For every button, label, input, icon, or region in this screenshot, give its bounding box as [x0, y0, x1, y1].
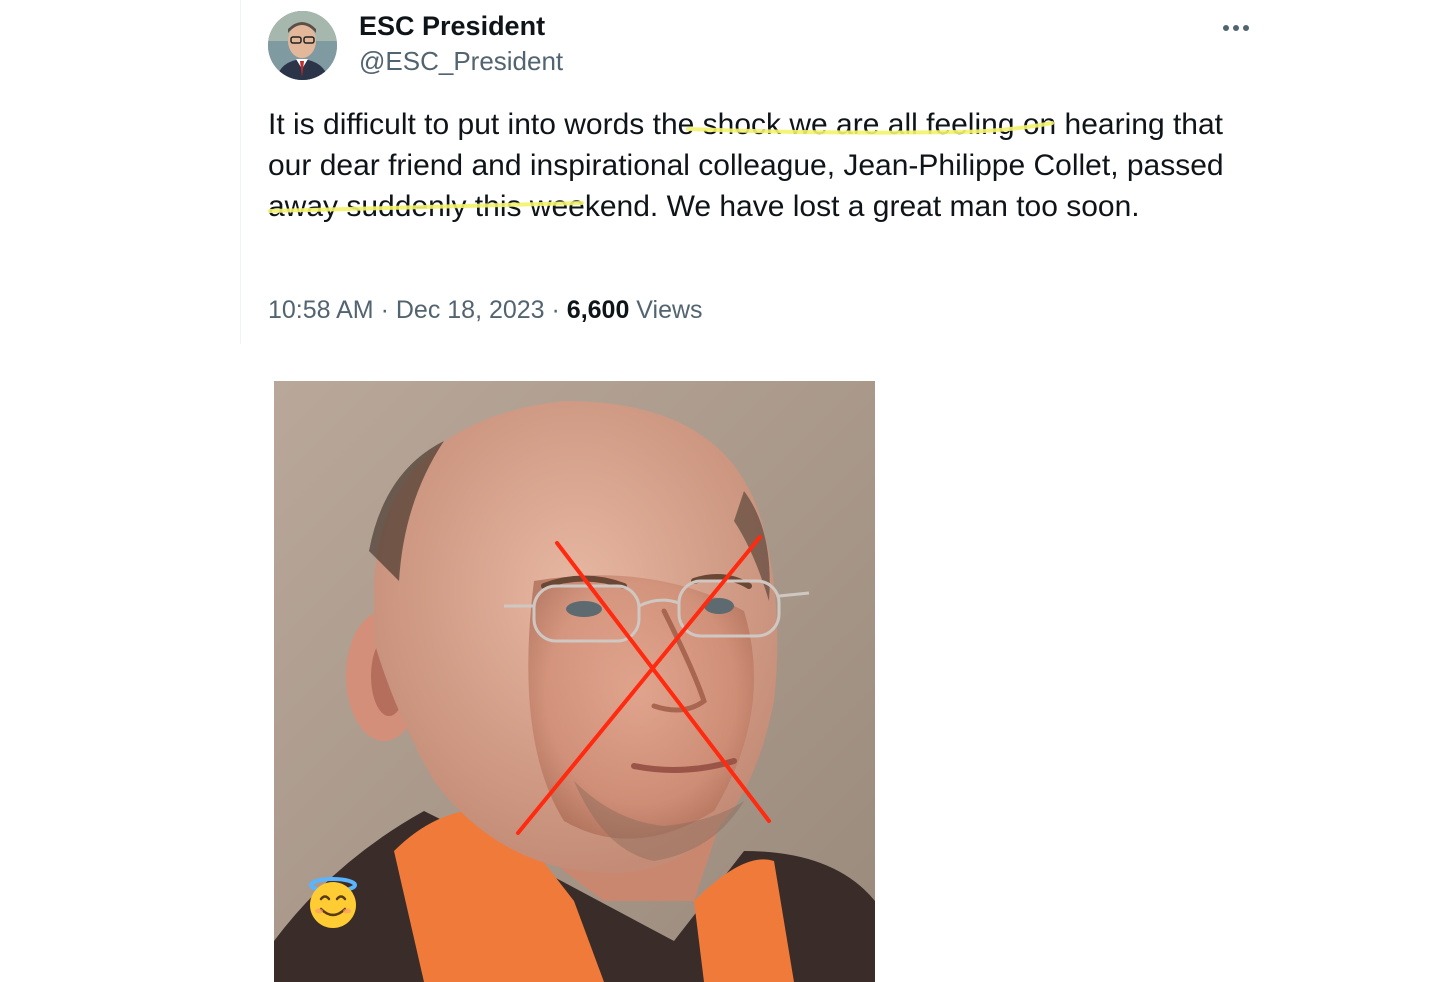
page: ESC President @ESC_President It is diffi… — [0, 0, 1456, 982]
highlight-strokes — [268, 121, 1054, 213]
portrait-image — [274, 381, 875, 982]
views-count: 6,600 — [566, 296, 630, 324]
tweet-time[interactable]: 10:58 AM — [268, 296, 374, 324]
meta-separator: · — [373, 296, 396, 324]
meta-separator-2: · — [544, 296, 567, 324]
tweet-date[interactable]: Dec 18, 2023 — [396, 296, 545, 324]
views-label: Views — [629, 296, 703, 324]
attached-photo[interactable] — [274, 381, 875, 982]
tweet-meta: 10:58 AM · Dec 18, 2023 · 6,600 Views — [268, 296, 703, 325]
